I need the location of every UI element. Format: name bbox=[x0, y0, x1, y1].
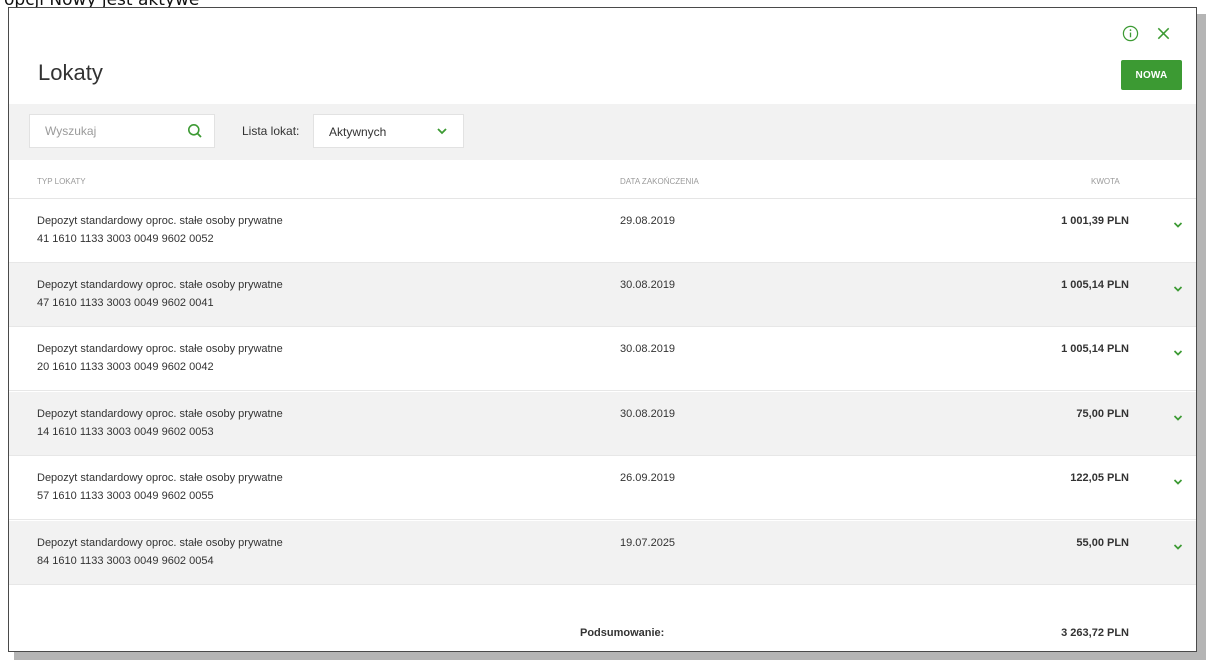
new-deposit-button[interactable]: NOWA bbox=[1121, 60, 1182, 90]
deposit-end-date: 29.08.2019 bbox=[620, 215, 676, 227]
deposit-amount: 122,05 PLN bbox=[1070, 472, 1129, 484]
table-row[interactable]: Depozyt standardowy oproc. stałe osoby p… bbox=[9, 456, 1196, 520]
summary-total-amount: 3 263,72 PLN bbox=[1061, 627, 1129, 639]
search-icon[interactable] bbox=[187, 123, 203, 139]
deposit-account-number: 47 1610 1133 3003 0049 9602 0041 bbox=[37, 297, 214, 309]
deposit-type: Depozyt standardowy oproc. stałe osoby p… bbox=[37, 408, 283, 420]
deposit-list-selected-value: Aktywnych bbox=[329, 125, 387, 139]
summary-label: Podsumowanie: bbox=[580, 627, 665, 639]
deposit-type: Depozyt standardowy oproc. stałe osoby p… bbox=[37, 472, 283, 484]
table-row[interactable]: Depozyt standardowy oproc. stałe osoby p… bbox=[9, 392, 1196, 456]
deposit-list-label: Lista lokat: bbox=[242, 124, 300, 138]
chevron-down-icon bbox=[437, 128, 447, 135]
deposit-end-date: 30.08.2019 bbox=[620, 408, 676, 420]
deposit-type: Depozyt standardowy oproc. stałe osoby p… bbox=[37, 279, 283, 291]
column-header-end-date: DATA ZAKOŃCZENIA bbox=[620, 177, 699, 186]
chevron-down-icon[interactable] bbox=[1173, 478, 1183, 486]
column-header-type: TYP LOKATY bbox=[37, 177, 86, 186]
deposit-end-date: 30.08.2019 bbox=[620, 279, 676, 291]
panel-shadow-right bbox=[1197, 14, 1206, 660]
table-row[interactable]: Depozyt standardowy oproc. stałe osoby p… bbox=[9, 199, 1196, 263]
deposit-list-select[interactable]: Aktywnych bbox=[313, 114, 464, 148]
chevron-down-icon[interactable] bbox=[1173, 221, 1183, 229]
deposits-panel: Lokaty NOWA Lista lokat: Aktywnych TYP L… bbox=[8, 7, 1197, 652]
deposit-amount: 55,00 PLN bbox=[1076, 537, 1129, 549]
chevron-down-icon[interactable] bbox=[1173, 543, 1183, 551]
deposit-end-date: 26.09.2019 bbox=[620, 472, 676, 484]
deposit-type: Depozyt standardowy oproc. stałe osoby p… bbox=[37, 537, 283, 549]
table-header: TYP LOKATY DATA ZAKOŃCZENIA KWOTA bbox=[9, 160, 1196, 199]
search-box bbox=[29, 114, 215, 148]
page-title: Lokaty bbox=[38, 60, 103, 85]
chevron-down-icon[interactable] bbox=[1173, 414, 1183, 422]
deposit-account-number: 41 1610 1133 3003 0049 9602 0052 bbox=[37, 233, 214, 245]
table-row[interactable]: Depozyt standardowy oproc. stałe osoby p… bbox=[9, 263, 1196, 327]
deposit-account-number: 57 1610 1133 3003 0049 9602 0055 bbox=[37, 490, 214, 502]
deposit-end-date: 19.07.2025 bbox=[620, 537, 676, 549]
filter-bar: Lista lokat: Aktywnych bbox=[9, 104, 1196, 160]
deposit-amount: 1 005,14 PLN bbox=[1061, 279, 1129, 291]
deposit-account-number: 84 1610 1133 3003 0049 9602 0054 bbox=[37, 555, 214, 567]
deposit-account-number: 14 1610 1133 3003 0049 9602 0053 bbox=[37, 426, 214, 438]
deposit-amount: 1 001,39 PLN bbox=[1061, 215, 1129, 227]
table-row[interactable]: Depozyt standardowy oproc. stałe osoby p… bbox=[9, 327, 1196, 391]
deposit-type: Depozyt standardowy oproc. stałe osoby p… bbox=[37, 343, 283, 355]
info-icon[interactable] bbox=[1122, 25, 1139, 42]
chevron-down-icon[interactable] bbox=[1173, 349, 1183, 357]
panel-shadow-bottom bbox=[14, 652, 1206, 660]
deposit-account-number: 20 1610 1133 3003 0049 9602 0042 bbox=[37, 361, 214, 373]
deposit-amount: 75,00 PLN bbox=[1076, 408, 1129, 420]
search-input[interactable] bbox=[30, 115, 195, 147]
close-icon[interactable] bbox=[1155, 25, 1172, 42]
deposit-type: Depozyt standardowy oproc. stałe osoby p… bbox=[37, 215, 283, 227]
chevron-down-icon[interactable] bbox=[1173, 285, 1183, 293]
deposit-amount: 1 005,14 PLN bbox=[1061, 343, 1129, 355]
table-row[interactable]: Depozyt standardowy oproc. stałe osoby p… bbox=[9, 521, 1196, 585]
deposit-end-date: 30.08.2019 bbox=[620, 343, 676, 355]
column-header-amount: KWOTA bbox=[1091, 177, 1120, 186]
